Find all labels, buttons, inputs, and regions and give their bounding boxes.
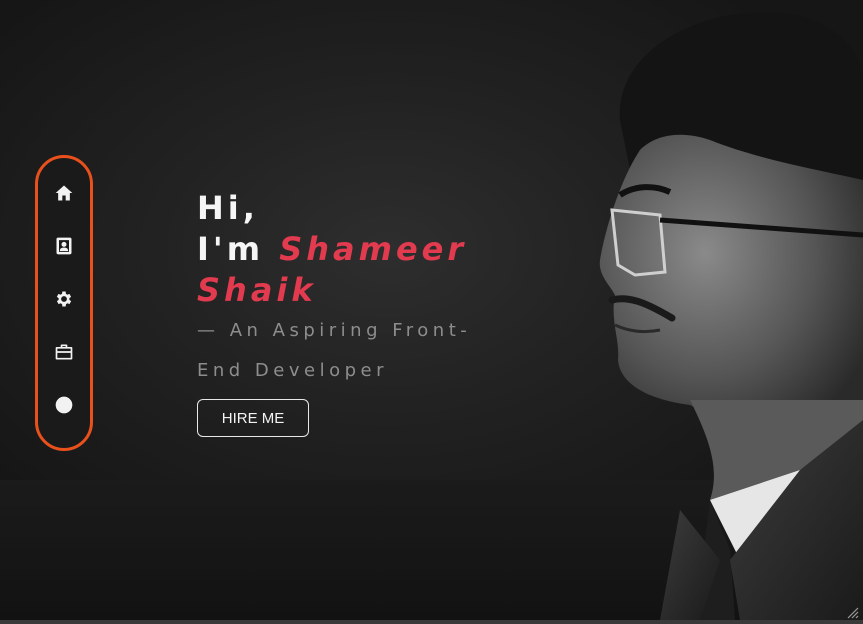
nav-home[interactable] bbox=[51, 180, 77, 206]
nav-skills[interactable] bbox=[51, 286, 77, 312]
hire-me-button[interactable]: HIRE ME bbox=[197, 399, 309, 437]
nav-contact[interactable] bbox=[51, 392, 77, 418]
side-navigation bbox=[35, 155, 93, 451]
name-first: Shameer bbox=[279, 230, 468, 268]
profile-portrait bbox=[599, 11, 863, 620]
globe-icon bbox=[55, 396, 73, 414]
tagline: — An Aspiring Front-End Developer bbox=[197, 320, 472, 381]
contact-card-icon bbox=[56, 237, 72, 255]
hero-section: Hi, I'm Shameer Shaik — An Aspiring Fron… bbox=[0, 0, 863, 624]
briefcase-icon bbox=[55, 344, 73, 360]
window-bottom-edge bbox=[0, 620, 863, 624]
resize-grip-icon[interactable] bbox=[845, 605, 859, 619]
name-last: Shaik bbox=[197, 271, 317, 309]
greeting-hi: Hi, bbox=[197, 189, 259, 227]
home-icon bbox=[55, 185, 73, 201]
nav-work[interactable] bbox=[51, 339, 77, 365]
greeting-heading: Hi, I'm Shameer Shaik bbox=[197, 188, 527, 311]
hero-text: Hi, I'm Shameer Shaik — An Aspiring Fron… bbox=[197, 188, 527, 391]
greeting-prefix: I'm bbox=[197, 230, 280, 268]
gear-icon bbox=[56, 291, 72, 307]
nav-about[interactable] bbox=[51, 233, 77, 259]
